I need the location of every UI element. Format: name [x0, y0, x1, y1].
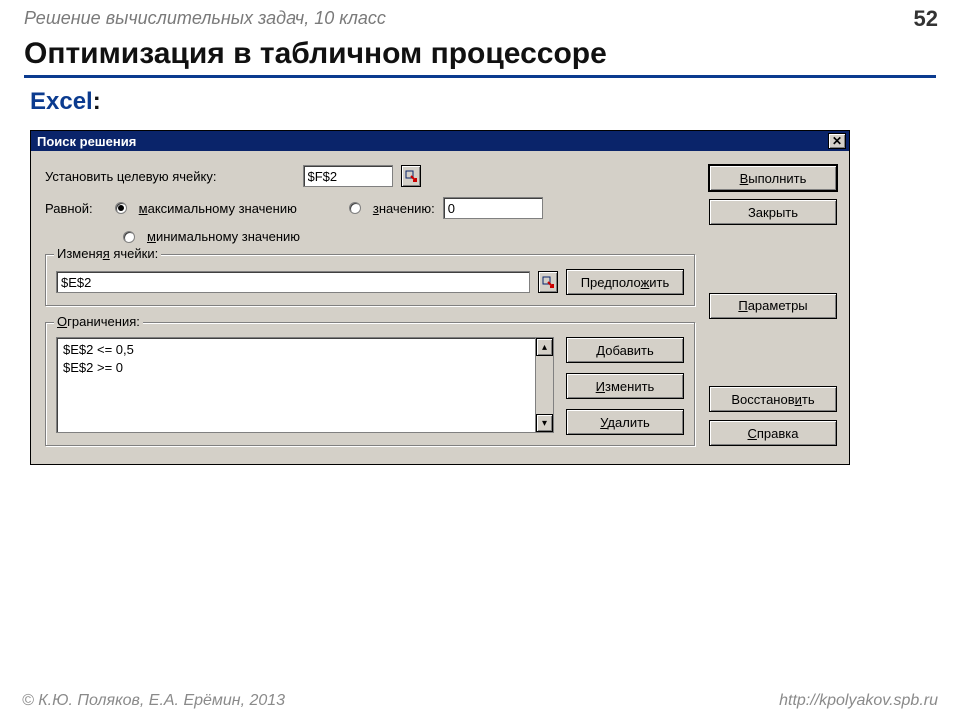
slide-footer: © К.Ю. Поляков, Е.А. Ерёмин, 2013 http:/…: [0, 692, 960, 710]
radio-max-label: максимальному значению: [139, 201, 297, 216]
reset-button[interactable]: Восстановить: [709, 386, 837, 412]
constraints-legend: Ограничения:: [54, 314, 143, 329]
changing-cells-group: Изменяя ячейки: Предположить: [45, 254, 695, 306]
scrollbar[interactable]: ▴ ▾: [535, 338, 553, 432]
radio-value-label: значению:: [373, 201, 435, 216]
footer-right: http://kpolyakov.spb.ru: [779, 692, 938, 710]
value-input[interactable]: [443, 197, 543, 219]
slide-title: Оптимизация в табличном процессоре: [0, 29, 960, 73]
slide-header: Решение вычислительных задач, 10 класс: [0, 0, 960, 29]
constraints-group: Ограничения: $E$2 <= 0,5 $E$2 >= 0 ▴ ▾: [45, 322, 695, 446]
page-number: 52: [914, 6, 938, 32]
changing-cells-input[interactable]: [56, 271, 530, 293]
delete-button[interactable]: Удалить: [566, 409, 684, 435]
change-button[interactable]: Изменить: [566, 373, 684, 399]
scroll-down-icon[interactable]: ▾: [536, 414, 553, 432]
solver-dialog: Поиск решения ✕ Установить целевую ячейк…: [30, 130, 850, 465]
radio-max[interactable]: [115, 202, 127, 214]
title-rule: [24, 75, 936, 78]
close-button[interactable]: Закрыть: [709, 199, 837, 225]
help-button[interactable]: Справка: [709, 420, 837, 446]
options-button[interactable]: Параметры: [709, 293, 837, 319]
changing-cells-legend: Изменяя ячейки:: [54, 246, 161, 261]
guess-button[interactable]: Предположить: [566, 269, 684, 295]
run-button[interactable]: Выполнить: [709, 165, 837, 191]
list-item[interactable]: $E$2 >= 0: [63, 359, 529, 377]
add-button[interactable]: Добавить: [566, 337, 684, 363]
list-item[interactable]: $E$2 <= 0,5: [63, 341, 529, 359]
ref-picker-icon[interactable]: [401, 165, 421, 187]
radio-value[interactable]: [349, 202, 361, 214]
radio-min[interactable]: [123, 231, 135, 243]
dialog-titlebar[interactable]: Поиск решения ✕: [31, 131, 849, 151]
ref-picker-icon[interactable]: [538, 271, 558, 293]
target-cell-input[interactable]: [303, 165, 393, 187]
footer-left: © К.Ю. Поляков, Е.А. Ерёмин, 2013: [22, 692, 285, 710]
radio-min-label: минимальному значению: [147, 229, 300, 244]
equal-to-label: Равной:: [45, 201, 93, 216]
excel-label: Excel:: [0, 88, 960, 116]
target-cell-label: Установить целевую ячейку:: [45, 169, 217, 184]
dialog-title: Поиск решения: [37, 134, 136, 149]
constraints-list[interactable]: $E$2 <= 0,5 $E$2 >= 0 ▴ ▾: [56, 337, 554, 433]
scroll-up-icon[interactable]: ▴: [536, 338, 553, 356]
close-icon[interactable]: ✕: [828, 133, 846, 149]
